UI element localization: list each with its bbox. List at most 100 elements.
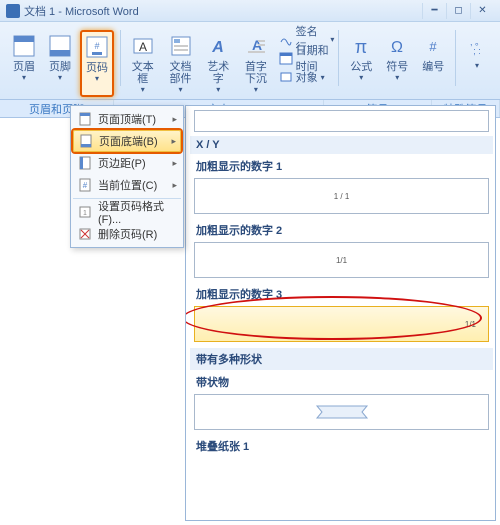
- gallery-item-bold3-label: 加粗显示的数字 3: [190, 284, 493, 304]
- gallery-item-bold1-preview: 1 / 1: [194, 178, 489, 214]
- menu-current-position[interactable]: # 当前位置(C) ▸: [73, 174, 181, 196]
- menu-remove[interactable]: 删除页码(R): [73, 223, 181, 245]
- object-label: 对象: [296, 69, 318, 85]
- separator: [338, 30, 339, 86]
- dropcap-label: 首字下沉: [241, 61, 270, 85]
- wordart-label: 艺术字: [205, 61, 231, 85]
- chevron-down-icon: ▾: [178, 85, 182, 94]
- gallery-item-bold3[interactable]: 加粗显示的数字 3 1/1: [190, 284, 493, 342]
- chevron-down-icon: ▾: [216, 85, 220, 94]
- page-number-button[interactable]: # 页码 ▾: [80, 30, 114, 97]
- separator: [120, 30, 121, 86]
- gallery-heading-shapes: 带有多种形状: [190, 348, 493, 370]
- header-label: 页眉: [13, 61, 35, 73]
- pi-icon: π: [348, 33, 374, 59]
- submenu-arrow-icon: ▸: [172, 158, 177, 169]
- page-bottom-icon: [78, 133, 94, 149]
- gallery-item-bold2-preview: 1/1: [194, 242, 489, 278]
- footer-button[interactable]: 页脚 ▾: [44, 30, 76, 97]
- chevron-down-icon: ▾: [141, 85, 145, 94]
- chevron-down-icon: ▾: [95, 74, 99, 83]
- signature-icon: [279, 32, 293, 46]
- svg-text:#: #: [94, 41, 99, 51]
- svg-text:π: π: [355, 37, 367, 57]
- page-number-label: 页码: [86, 62, 108, 74]
- gallery-heading-xy: X / Y: [190, 136, 493, 154]
- dropcap-icon: A: [243, 33, 269, 59]
- svg-text:A: A: [211, 39, 224, 56]
- app-icon: [6, 4, 20, 18]
- textbox-label: 文本框: [130, 61, 156, 85]
- ribbon-shape-icon: [312, 403, 372, 421]
- window-title: 文档 1 - Microsoft Word: [24, 3, 139, 19]
- page-number-menu: 页面顶端(T) ▸ 页面底端(B) ▸ 页边距(P) ▸ # 当前位置(C) ▸…: [70, 105, 184, 248]
- special-button[interactable]: , 。; : ; ▾: [462, 30, 492, 97]
- svg-text:#: #: [83, 181, 88, 190]
- page-top-icon: [77, 111, 93, 127]
- docparts-button[interactable]: 文档部件 ▾: [163, 30, 198, 97]
- symbol-label: 符号: [386, 61, 408, 73]
- chevron-down-icon: ▾: [58, 73, 62, 82]
- chevron-down-icon: ▾: [254, 85, 258, 94]
- dropcap-button[interactable]: A 首字下沉 ▾: [238, 30, 273, 97]
- svg-text:#: #: [430, 39, 438, 54]
- menu-format[interactable]: 1 设置页码格式(F)...: [73, 201, 181, 223]
- header-button[interactable]: 页眉 ▾: [8, 30, 40, 97]
- equation-button[interactable]: π 公式 ▾: [345, 30, 377, 97]
- separator: [455, 30, 456, 86]
- remove-icon: [77, 226, 93, 242]
- wordart-icon: A: [205, 33, 231, 59]
- textbox-icon: A: [130, 33, 156, 59]
- svg-text:1: 1: [83, 210, 87, 217]
- header-icon: [11, 33, 37, 59]
- omega-icon: Ω: [384, 33, 410, 59]
- number-button[interactable]: # 编号: [417, 30, 449, 97]
- calendar-icon: [279, 51, 293, 65]
- gallery-item-bold1[interactable]: 加粗显示的数字 1 1 / 1: [190, 156, 493, 214]
- title-bar: 文档 1 - Microsoft Word ━ ◻ ✕: [0, 0, 500, 22]
- chevron-down-icon: ▾: [475, 61, 479, 70]
- gallery-item-bold3-preview: 1/1: [194, 306, 489, 342]
- gallery-item-stacked[interactable]: 堆叠纸张 1: [190, 436, 493, 456]
- symbol-button[interactable]: Ω 符号 ▾: [381, 30, 413, 97]
- chevron-down-icon: ▾: [22, 73, 26, 82]
- chevron-down-icon: ▾: [359, 73, 363, 82]
- close-button[interactable]: ✕: [470, 3, 494, 19]
- svg-text:A: A: [139, 40, 147, 54]
- wordart-button[interactable]: A 艺术字 ▾: [202, 30, 234, 97]
- maximize-button[interactable]: ◻: [446, 3, 470, 19]
- menu-page-top[interactable]: 页面顶端(T) ▸: [73, 108, 181, 130]
- menu-page-margins[interactable]: 页边距(P) ▸: [73, 152, 181, 174]
- datetime-button[interactable]: 日期和时间: [279, 49, 335, 67]
- gallery-item-stacked-label: 堆叠纸张 1: [190, 436, 493, 456]
- svg-text:Ω: Ω: [391, 39, 403, 56]
- gallery-spacer: [194, 110, 489, 132]
- footer-icon: [47, 33, 73, 59]
- number-icon: #: [420, 33, 446, 59]
- menu-page-bottom-label: 页面底端(B): [99, 133, 166, 149]
- gallery-item-ribbon[interactable]: 带状物: [190, 372, 493, 430]
- text-extras: 签名行▾ 日期和时间 对象▾: [279, 30, 335, 97]
- special-icon: , 。; :: [464, 33, 490, 59]
- footer-label: 页脚: [49, 61, 71, 73]
- ribbon: 页眉 ▾ 页脚 ▾ # 页码 ▾ A 文本框 ▾ 文档部件 ▾ A 艺术字: [0, 22, 500, 100]
- minimize-button[interactable]: ━: [422, 3, 446, 19]
- gallery-item-bold2-label: 加粗显示的数字 2: [190, 220, 493, 240]
- number-label: 编号: [422, 61, 444, 73]
- page-margins-icon: [77, 155, 93, 171]
- gallery-item-bold2[interactable]: 加粗显示的数字 2 1/1: [190, 220, 493, 278]
- chevron-down-icon: ▾: [395, 73, 399, 82]
- object-button[interactable]: 对象▾: [279, 68, 335, 86]
- menu-page-margins-label: 页边距(P): [98, 155, 167, 171]
- submenu-arrow-icon: ▸: [172, 114, 177, 125]
- page-number-icon: #: [84, 34, 110, 60]
- object-icon: [279, 70, 293, 84]
- menu-remove-label: 删除页码(R): [98, 226, 177, 242]
- gallery-item-ribbon-preview: [194, 394, 489, 430]
- equation-label: 公式: [350, 61, 372, 73]
- textbox-button[interactable]: A 文本框 ▾: [127, 30, 159, 97]
- gallery-item-bold1-label: 加粗显示的数字 1: [190, 156, 493, 176]
- current-position-icon: #: [77, 177, 93, 193]
- page-number-gallery[interactable]: X / Y 加粗显示的数字 1 1 / 1 加粗显示的数字 2 1/1 加粗显示…: [185, 105, 496, 521]
- menu-page-bottom[interactable]: 页面底端(B) ▸: [73, 130, 181, 152]
